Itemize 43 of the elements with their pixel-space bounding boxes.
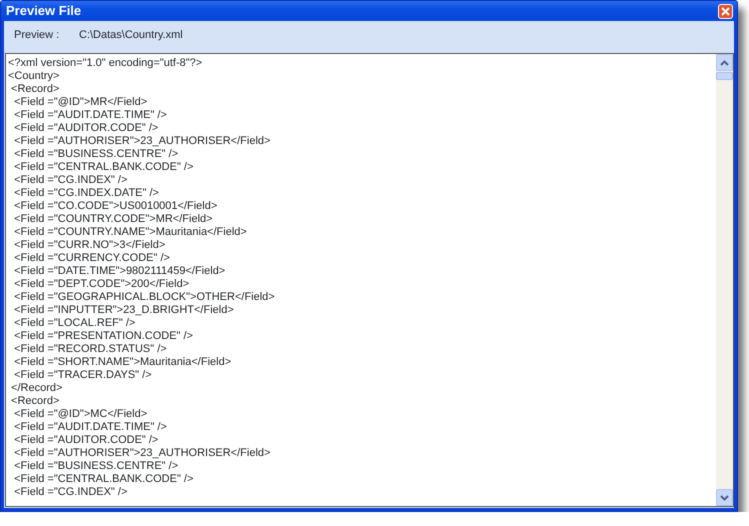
code-line: <Field ="BUSINESS.CENTRE" /> <box>13 460 178 473</box>
close-icon <box>721 6 730 16</box>
close-button[interactable] <box>718 4 733 18</box>
code-line: </Record> <box>10 382 62 395</box>
code-line: <Field ="CG.INDEX" /> <box>13 486 128 499</box>
window-title: Preview File <box>6 2 82 20</box>
code-line: <Field ="AUDITOR.CODE" /> <box>13 434 158 447</box>
code-line: <Field ="INPUTTER">23_D.BRIGHT</Field> <box>13 304 234 317</box>
code-line: <Record> <box>10 83 60 96</box>
code-line: <Field ="@ID">MR</Field> <box>13 96 148 109</box>
code-line: <Field ="PRESENTATION.CODE" /> <box>13 330 193 343</box>
code-line: <Field ="RECORD.STATUS" /> <box>13 343 167 356</box>
code-line: <Field ="COUNTRY.NAME">Mauritania</Field> <box>13 226 247 239</box>
code-line: <Field ="GEOGRAPHICAL.BLOCK">OTHER</Field> <box>13 291 275 304</box>
code-line: <Field ="DATE.TIME">9802111459</Field> <box>13 265 226 278</box>
code-line: <Field ="BUSINESS.CENTRE" /> <box>13 148 178 161</box>
code-line: <Field ="TRACER.DAYS" /> <box>13 369 152 382</box>
code-line: <Field ="@ID">MC</Field> <box>13 408 148 421</box>
preview-label: Preview : <box>14 28 60 43</box>
code-line: <Country> <box>8 70 60 83</box>
scroll-up-button[interactable] <box>716 54 733 71</box>
code-line: <Field ="LOCAL.REF" /> <box>13 317 136 330</box>
code-line: <Field ="DEPT.CODE">200</Field> <box>13 278 190 291</box>
code-line: <Field ="CO.CODE">US0010001</Field> <box>13 200 218 213</box>
file-path: C:\Datas\Country.xml <box>79 28 183 43</box>
code-line: <Field ="AUDIT.DATE.TIME" /> <box>13 421 167 434</box>
scroll-down-button[interactable] <box>716 489 733 506</box>
code-line: <?xml version="1.0" encoding="utf-8"?> <box>8 57 202 70</box>
code-line: <Field ="CURR.NO">3</Field> <box>13 239 166 252</box>
code-line: <Field ="COUNTRY.CODE">MR</Field> <box>13 213 213 226</box>
code-line: <Field ="CURRENCY.CODE" /> <box>13 252 170 265</box>
code-line: <Field ="AUDITOR.CODE" /> <box>13 122 158 135</box>
code-line: <Field ="SHORT.NAME">Mauritania</Field> <box>13 356 232 369</box>
code-line: <Field ="AUTHORISER">23_AUTHORISER</Field> <box>13 135 270 148</box>
code-line: <Field ="AUDIT.DATE.TIME" /> <box>13 109 167 122</box>
code-line: <Field ="CG.INDEX.DATE" /> <box>13 187 159 200</box>
code-line: <Field ="AUTHORISER">23_AUTHORISER</Field> <box>13 447 270 460</box>
scroll-thumb[interactable] <box>716 72 733 80</box>
scrollbar[interactable] <box>716 54 733 506</box>
code-line: <Record> <box>10 395 60 408</box>
code-line: <Field ="CENTRAL.BANK.CODE" /> <box>13 473 194 486</box>
code-line: <Field ="CENTRAL.BANK.CODE" /> <box>13 161 194 174</box>
code-line: <Field ="CG.INDEX" /> <box>13 174 128 187</box>
